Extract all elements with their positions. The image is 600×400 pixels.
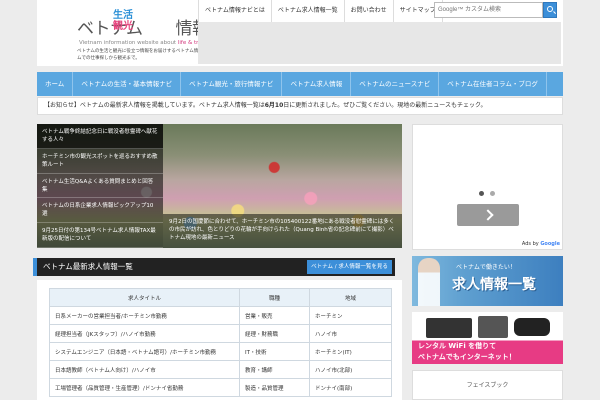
router-image — [514, 318, 550, 336]
ads-by-google[interactable]: Ads by Google — [522, 241, 560, 247]
social-box[interactable]: フェイスブック — [412, 370, 563, 400]
job-title-cell: 日本語教師（ベトナム人向け）/ハノイ市 — [49, 360, 240, 379]
column-header-area: 地域 — [309, 288, 392, 307]
jobs-banner-line1: ベトナムで働きたい！ — [456, 264, 516, 271]
main-nav-life[interactable]: ベトナムの生活・基本情報ナビ — [73, 72, 182, 96]
person-image — [418, 258, 440, 306]
search-icon — [547, 6, 553, 12]
featured-slider[interactable]: ベトナム戦争終結記念日に戦没者慰霊碑へ献花する人々 ホーチミン市の観光スポットを… — [37, 124, 402, 248]
ticker-prefix: 【お知らせ】ベトナムの最新求人情報を掲載しています。ベトナム求人情報一覧は — [44, 102, 265, 109]
tablet-image — [478, 316, 508, 338]
main-nav-news[interactable]: ベトナムのニュースナビ — [351, 72, 440, 96]
table-row: システムエンジニア（日本語・ベトナム語可）/ホーチミン市勤務 IT・技術 ホーチ… — [49, 342, 392, 361]
logo-stack: 生活 観光 — [113, 10, 135, 32]
logo-stack-top: 生活 — [113, 10, 133, 21]
job-type-cell: IT・技術 — [239, 342, 310, 361]
column-header-job: 職種 — [239, 288, 310, 307]
job-area-cell: ハノイ市(北部) — [309, 360, 392, 379]
top-nav-jobs[interactable]: ベトナム求人情報一覧 — [270, 0, 344, 22]
slider-item[interactable]: 9月25日付の第134号ベトナム求人情報TAX最新版の配信について — [37, 223, 163, 248]
slider-caption: 9月2日の国慶節に合わせて、ホーチミン市の105400122番地にある戦没者慰霊… — [163, 214, 402, 248]
job-type-cell: 教育・講師 — [239, 360, 310, 379]
slider-item[interactable]: ベトナムの日系企業求人情報ピックアップ10選 — [37, 198, 163, 224]
logo-tagline: Vietnam information website about life &… — [79, 40, 210, 46]
job-area-cell: ホーチミン(IT) — [309, 342, 392, 361]
job-link[interactable]: システムエンジニア（日本語・ベトナム語可）/ホーチミン市勤務 — [55, 350, 216, 356]
ad-pager — [479, 191, 495, 196]
ad-next-button[interactable] — [457, 204, 519, 226]
logo-stack-bottom: 観光 — [113, 21, 133, 32]
job-area-cell: ハノイ市 — [309, 324, 392, 343]
job-title-cell: 日系メーカーの営業担当者/ホーチミン市勤務 — [49, 306, 240, 325]
table-row: 日系メーカーの営業担当者/ホーチミン市勤務 営業・販売 ホーチミン — [49, 306, 392, 325]
job-type-cell: 営業・販売 — [239, 306, 310, 325]
laptop-image — [426, 318, 472, 338]
job-title-cell: 経理担当者（JKスタッフ）/ハノイ市勤務 — [49, 324, 240, 343]
wifi-banner-line2: ベトナムでもインターネット！ — [418, 353, 516, 361]
latest-jobs-panel: 求人タイトル 職種 地域 日系メーカーの営業担当者/ホーチミン市勤務 営業・販売… — [37, 280, 402, 400]
main-nav-home[interactable]: ホーム — [37, 72, 74, 96]
wifi-banner-line1: レンタル WiFi を借りて — [418, 342, 497, 350]
page: ベトナム 情報ナビ 生活 観光 Vietnam information webs… — [0, 0, 600, 400]
news-ticker[interactable]: 【お知らせ】ベトナムの最新求人情報を掲載しています。ベトナム求人情報一覧は6月1… — [37, 97, 563, 115]
job-link[interactable]: 日本語教師（ベトナム人向け）/ハノイ市 — [55, 368, 156, 374]
top-nav: ベトナム情報ナビとは ベトナム求人情報一覧 お問い合わせ サイトマップ — [198, 0, 443, 22]
main-nav-jobs[interactable]: ベトナム求人情報 — [282, 72, 352, 96]
ticker-suffix: 日に更新されました。ぜひご覧ください。現地の最新ニュースもチェック。 — [283, 102, 487, 109]
ad-pager-dot[interactable] — [490, 191, 495, 196]
table-row: 経理担当者（JKスタッフ）/ハノイ市勤務 経理・財務職 ハノイ市 — [49, 324, 392, 343]
jobs-more-button[interactable]: ベトナム / 求人情報一覧を見る — [307, 260, 392, 274]
slider-item-list: ベトナム戦争終結記念日に戦没者慰霊碑へ献花する人々 ホーチミン市の観光スポットを… — [37, 124, 163, 248]
ad-pager-dot[interactable] — [479, 191, 484, 196]
column-header-title: 求人タイトル — [49, 288, 240, 307]
job-link[interactable]: 日系メーカーの営業担当者/ホーチミン市勤務 — [55, 314, 167, 320]
job-title-cell: 工場管理者（品質管理・生産管理）/ドンナイ省勤務 — [49, 378, 240, 397]
job-area-cell: ドンナイ(南部) — [309, 378, 392, 397]
search-button[interactable] — [543, 2, 557, 18]
job-type-cell: 製造・品質管理 — [239, 378, 310, 397]
slider-item[interactable]: ベトナム戦争終結記念日に戦没者慰霊碑へ献花する人々 — [37, 124, 163, 149]
job-type-cell: 経理・財務職 — [239, 324, 310, 343]
header-banner-area — [198, 22, 561, 64]
top-nav-about[interactable]: ベトナム情報ナビとは — [198, 0, 271, 22]
top-nav-contact[interactable]: お問い合わせ — [343, 0, 393, 22]
main-nav-travel[interactable]: ベトナム観光・旅行情報ナビ — [181, 72, 283, 96]
slider-item[interactable]: ベトナム生活Q&Aよくある質問まとめと回答集 — [37, 173, 163, 199]
jobs-banner[interactable]: ベトナムで働きたい！ 求人情報一覧 — [412, 256, 563, 306]
search-box — [434, 2, 557, 18]
ticker-highlight: 6月10 — [264, 102, 284, 109]
job-link[interactable]: 経理担当者（JKスタッフ）/ハノイ市勤務 — [55, 332, 156, 338]
job-area-cell: ホーチミン — [309, 306, 392, 325]
main-nav: ホーム ベトナムの生活・基本情報ナビ ベトナム観光・旅行情報ナビ ベトナム求人情… — [37, 72, 563, 96]
table-header-row: 求人タイトル 職種 地域 — [49, 288, 392, 307]
wifi-banner[interactable]: レンタル WiFi を借りて ベトナムでもインターネット！ — [412, 312, 563, 364]
table-row: 日本語教師（ベトナム人向け）/ハノイ市 教育・講師 ハノイ市(北部) — [49, 360, 392, 379]
jobs-banner-line2: 求人情報一覧 — [452, 277, 536, 293]
ads-by-brand: Google — [540, 241, 560, 247]
ads-by-prefix: Ads by — [521, 241, 541, 247]
table-row: 工場管理者（品質管理・生産管理）/ドンナイ省勤務 製造・品質管理 ドンナイ(南部… — [49, 378, 392, 397]
logo-tagline-prefix: Vietnam information website about — [79, 40, 178, 46]
job-link[interactable]: 工場管理者（品質管理・生産管理）/ドンナイ省勤務 — [55, 386, 183, 392]
search-input[interactable] — [434, 2, 543, 18]
job-title-cell: システムエンジニア（日本語・ベトナム語可）/ホーチミン市勤務 — [49, 342, 240, 361]
jobs-table: 求人タイトル 職種 地域 日系メーカーの営業担当者/ホーチミン市勤務 営業・販売… — [49, 288, 392, 397]
slider-item[interactable]: ホーチミン市の観光スポットを巡るおすすめ散策ルート — [37, 148, 163, 174]
ad-unit: Ads by Google — [412, 124, 563, 250]
main-nav-column[interactable]: ベトナム在住者コラム・ブログ — [439, 72, 547, 96]
